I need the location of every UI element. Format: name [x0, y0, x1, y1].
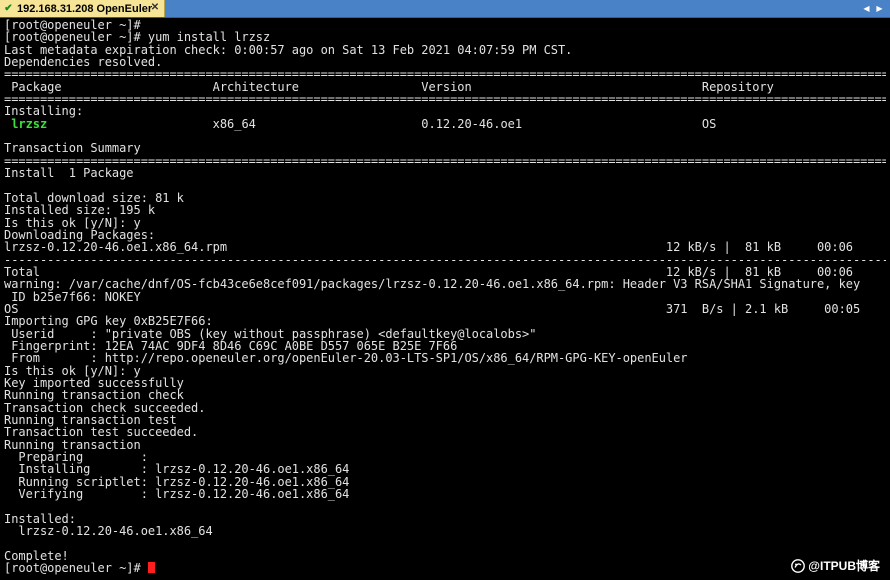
terminal-line: lrzsz x86_64 0.12.20-46.oe1 OS 81 k — [11, 116, 886, 131]
terminal-line: Installing: — [4, 104, 84, 119]
terminal-line: Transaction Summary — [4, 141, 141, 156]
watermark: @ITPUB博客 — [791, 557, 880, 574]
tab-bar: ✔ 192.168.31.208 OpenEuler ✕ ◀ ▶ — [0, 0, 890, 18]
terminal-line: Is this ok [y/N]: y — [4, 215, 141, 230]
terminal-line: [root@openeuler ~]# — [4, 562, 886, 574]
terminal-cursor — [147, 562, 155, 574]
terminal-line: Running transaction check — [4, 388, 184, 403]
package-name-highlight: lrzsz — [11, 116, 48, 131]
terminal-line: lrzsz-0.12.20-46.oe1.x86_64.rpm 12 kB/s … — [4, 240, 853, 255]
check-icon: ✔ — [4, 3, 13, 14]
terminal-line: Importing GPG key 0xB25E7F66: — [4, 314, 213, 329]
itpub-logo-icon — [791, 558, 806, 573]
tab-title: 192.168.31.208 OpenEuler — [17, 2, 153, 15]
terminal-line: ========================================… — [4, 67, 886, 82]
tab-scroll-left-icon[interactable]: ◀ — [861, 3, 872, 14]
terminal-line: Installing : lrzsz-0.12.20-46.oe1.x86_64… — [4, 462, 886, 477]
terminal-line: From : http://repo.openeuler.org/openEul… — [4, 351, 688, 366]
terminal-line: ========================================… — [4, 92, 886, 107]
terminal-line: [root@openeuler ~]# yum install lrzsz — [4, 30, 271, 45]
terminal-output[interactable]: [root@openeuler ~]# [root@openeuler ~]# y… — [4, 19, 886, 580]
terminal-line: warning: /var/cache/dnf/OS-fcb43ce6e8cef… — [4, 277, 861, 292]
terminal-line: Verifying : lrzsz-0.12.20-46.oe1.x86_64 … — [4, 487, 886, 502]
terminal-line: lrzsz-0.12.20-46.oe1.x86_64 — [4, 524, 213, 539]
watermark-text: @ITPUB博客 — [808, 559, 880, 573]
terminal-line: Installed size: 195 k — [4, 203, 156, 218]
tab-session[interactable]: ✔ 192.168.31.208 OpenEuler ✕ — [0, 0, 165, 17]
close-icon[interactable]: ✕ — [149, 2, 161, 14]
terminal-line: Install 1 Package — [4, 166, 134, 181]
terminal-line: Transaction test succeeded. — [4, 425, 199, 440]
tab-scroll-right-icon[interactable]: ▶ — [874, 3, 885, 14]
terminal-window: ✔ 192.168.31.208 OpenEuler ✕ ◀ ▶ [root@o… — [0, 0, 890, 580]
terminal-line: ========================================… — [4, 153, 886, 168]
